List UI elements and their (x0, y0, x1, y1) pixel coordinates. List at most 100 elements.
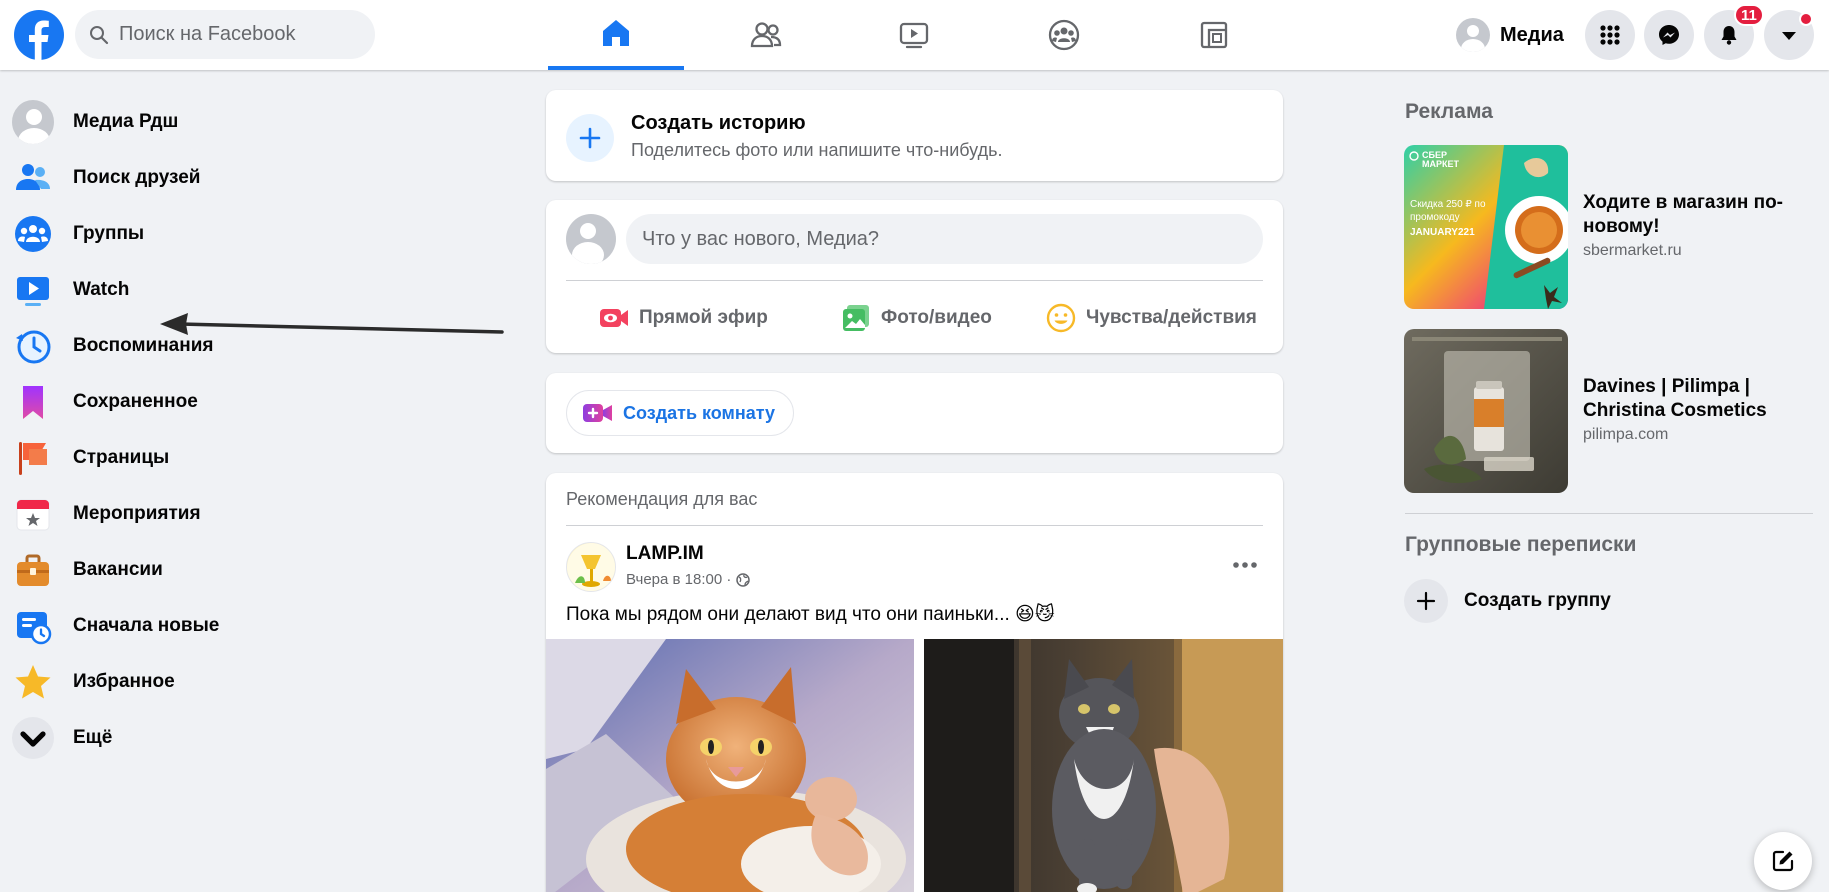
live-video-icon (600, 309, 628, 327)
post-photo-orange-cat[interactable] (546, 639, 914, 892)
sidebar-item-events[interactable]: Мероприятия (12, 486, 512, 542)
sidebar-item-label: Вакансии (73, 559, 163, 580)
smiley-icon (1046, 303, 1076, 333)
sidebar-item-label: Ещё (73, 727, 113, 748)
create-story-subtitle: Поделитесь фото или напишите что-нибудь. (631, 140, 1003, 160)
sidebar-item-label: Watch (73, 279, 130, 300)
sidebar-item-label: Медиа Рдш (73, 111, 179, 132)
search-input[interactable]: Поиск на Facebook (119, 23, 296, 46)
post-text: Пока мы рядом они делают вид что они паи… (566, 604, 1055, 625)
photo-video-button[interactable]: Фото/видео (841, 296, 992, 340)
saved-icon (23, 386, 43, 419)
memories-icon (16, 330, 51, 364)
globe-icon (736, 572, 751, 587)
sidebar-item-jobs[interactable]: Вакансии (12, 542, 512, 598)
friends-icon (750, 22, 782, 48)
post-meta: Вчера в 18:00 · (626, 571, 751, 588)
profile-shortcut[interactable]: Медиа (1452, 14, 1572, 56)
avatar (12, 100, 54, 144)
annotation-arrow (160, 313, 504, 335)
video-room-icon (583, 404, 612, 422)
recommendation-heading: Рекомендация для вас (566, 489, 758, 509)
create-story-card[interactable]: Создать историю Поделитесь фото или напи… (546, 90, 1283, 181)
photo-icon (843, 305, 869, 331)
post-composer: Что у вас нового, Медиа? Прямой эфир Фот… (546, 200, 1283, 353)
sidebar-item-favorites[interactable]: Избранное (12, 654, 512, 710)
watch-icon (17, 277, 49, 306)
ad-title[interactable]: Ходите в магазин по-новому! (1583, 191, 1783, 239)
avatar[interactable] (566, 214, 616, 264)
tab-home[interactable] (548, 0, 684, 70)
ad-image-pilimpa[interactable] (1404, 329, 1568, 493)
menu-button[interactable] (1585, 10, 1635, 60)
groups-icon (1048, 19, 1080, 51)
divider (566, 525, 1263, 526)
groups-icon (15, 216, 51, 252)
sidebar-item-label: Сначала новые (73, 615, 220, 636)
jobs-icon (17, 554, 49, 586)
account-alert-dot (1799, 12, 1813, 26)
sidebar-item-find-friends[interactable]: Поиск друзей (12, 150, 512, 206)
post-author-name[interactable]: LAMP.IM (626, 543, 704, 565)
sidebar-item-label: Страницы (73, 447, 170, 468)
create-room-label: Создать комнату (623, 402, 776, 423)
live-video-button[interactable]: Прямой эфир (599, 296, 768, 340)
plus-icon (1404, 579, 1448, 623)
plus-icon (566, 114, 614, 162)
tab-gaming[interactable] (1146, 0, 1282, 70)
pages-icon (19, 442, 47, 475)
ad-brand-text: СБЕР МАРКЕТ (1422, 150, 1459, 170)
sidebar-item-more[interactable]: Ещё (12, 710, 512, 766)
divider (1405, 513, 1813, 514)
messenger-icon (1659, 25, 1679, 45)
composer-input[interactable]: Что у вас нового, Медиа? (626, 214, 1263, 264)
friends-icon (16, 164, 50, 190)
ad-url: pilimpa.com (1583, 426, 1669, 443)
avatar (1456, 18, 1490, 52)
gaming-icon (1200, 21, 1228, 49)
sidebar-item-pages[interactable]: Страницы (12, 430, 512, 486)
post-timestamp[interactable]: Вчера в 18:00 · (626, 571, 731, 588)
more-options-icon[interactable] (1230, 555, 1260, 575)
post-photo-gray-cat[interactable] (924, 639, 1283, 892)
sidebar-item-label: Избранное (73, 671, 175, 692)
tab-friends[interactable] (698, 0, 834, 70)
sidebar-item-profile[interactable]: Медиа Рдш (12, 94, 512, 150)
facebook-logo-icon[interactable] (14, 10, 64, 60)
profile-name: Медиа (1500, 23, 1564, 46)
chevron-down-icon (12, 717, 54, 759)
feeling-activity-label: Чувства/действия (1086, 307, 1257, 328)
ad-promo-code: JANUARY221 (1410, 227, 1475, 238)
ad-image-sbermarket[interactable]: СБЕР МАРКЕТ Скидка 250 ₽ по промокоду JA… (1404, 145, 1568, 309)
tab-watch[interactable] (846, 0, 982, 70)
feeling-activity-button[interactable]: Чувства/действия (1046, 296, 1257, 340)
live-video-label: Прямой эфир (639, 307, 768, 328)
sidebar-item-saved[interactable]: Сохраненное (12, 374, 512, 430)
sidebar-item-groups[interactable]: Группы (12, 206, 512, 262)
room-card: Создать комнату (546, 373, 1283, 453)
sidebar-item-label: Группы (73, 223, 145, 244)
tab-groups[interactable] (996, 0, 1132, 70)
photo-video-label: Фото/видео (881, 307, 992, 328)
page-avatar[interactable] (566, 542, 616, 592)
ad-promo-text: Скидка 250 ₽ по промокоду (1410, 199, 1486, 223)
compose-icon (1772, 850, 1794, 872)
group-chats-heading: Групповые переписки (1405, 533, 1637, 556)
events-icon (16, 499, 50, 531)
most-recent-icon (17, 612, 52, 645)
recommended-post: Рекомендация для вас LAMP.IM Вчера в 18:… (546, 473, 1283, 892)
caret-down-icon (1782, 32, 1796, 40)
sidebar-item-label: Мероприятия (73, 503, 201, 524)
search-box[interactable]: Поиск на Facebook (75, 10, 375, 59)
create-group-label: Создать группу (1464, 590, 1611, 611)
grid-menu-icon (1600, 25, 1620, 45)
create-room-button[interactable]: Создать комнату (566, 390, 795, 436)
ads-heading: Реклама (1405, 100, 1493, 123)
ad-title[interactable]: Davines | Pilimpa | Christina Cosmetics (1583, 375, 1783, 423)
home-icon (603, 20, 629, 46)
messenger-button[interactable] (1644, 10, 1694, 60)
sidebar-item-most-recent[interactable]: Сначала новые (12, 598, 512, 654)
new-message-button[interactable] (1754, 832, 1812, 890)
create-group-button[interactable]: Создать группу (1404, 579, 1611, 623)
sidebar-item-label: Сохраненное (73, 391, 198, 412)
